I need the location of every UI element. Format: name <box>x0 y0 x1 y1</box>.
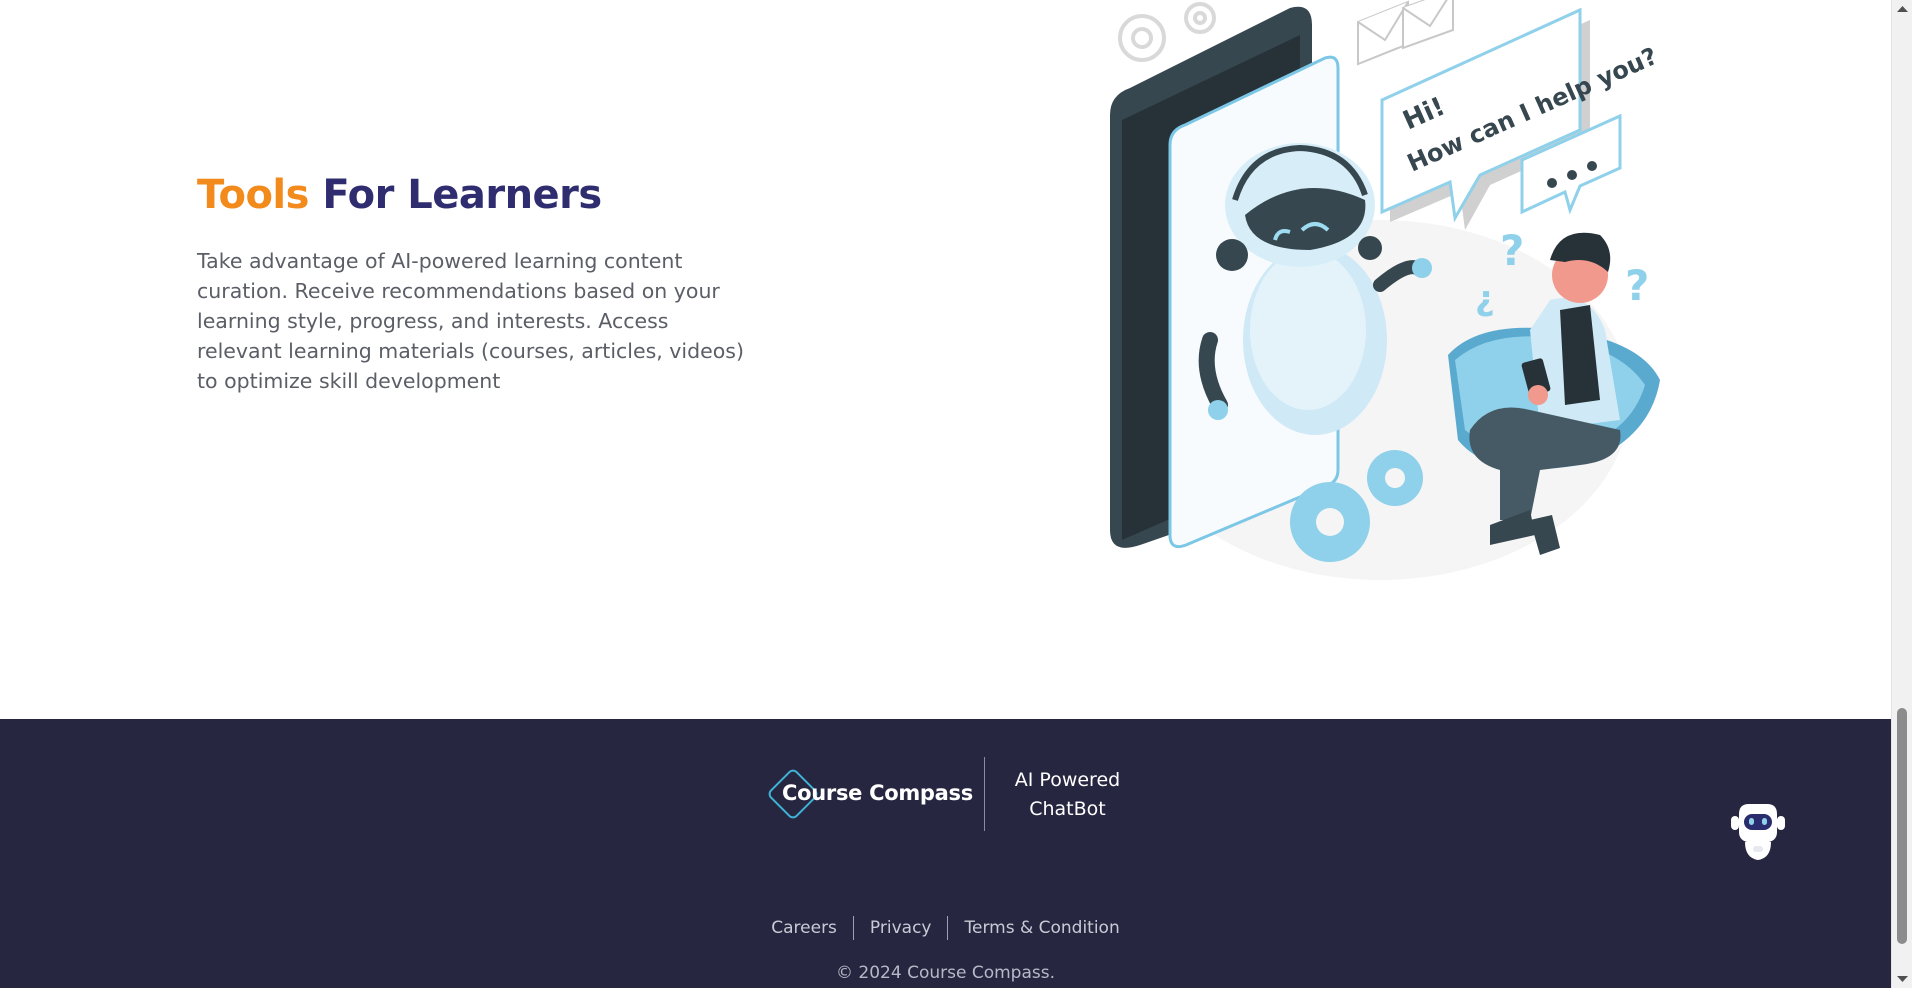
section-description: Take advantage of AI-powered learning co… <box>197 249 744 393</box>
robot-icon <box>1731 804 1785 860</box>
logo-text: Course Compass <box>782 781 973 805</box>
footer-divider <box>984 757 985 831</box>
footer-links: Careers Privacy Terms & Condition <box>0 916 1891 940</box>
title-rest: For Learners <box>322 172 602 218</box>
privacy-link[interactable]: Privacy <box>852 916 948 940</box>
title-highlight: Tools <box>197 172 309 218</box>
chatbot-label-line2: ChatBot <box>1029 798 1106 820</box>
svg-text:?: ? <box>1625 261 1649 310</box>
page: Tools For Learners Take advantage of AI-… <box>0 0 1891 988</box>
copyright: © 2024 Course Compass. <box>836 963 1055 983</box>
terms-link[interactable]: Terms & Condition <box>947 916 1135 940</box>
svg-text:¿: ¿ <box>1475 279 1495 319</box>
scroll-up-icon[interactable] <box>1892 0 1912 18</box>
scroll-down-icon[interactable] <box>1892 970 1912 988</box>
chatbot-label-line1: AI Powered <box>1014 769 1121 791</box>
tools-section: Tools For Learners Take advantage of AI-… <box>0 0 1891 719</box>
svg-text:?: ? <box>1500 226 1524 275</box>
footer-logo[interactable]: Course Compass <box>766 767 973 829</box>
robot-chat-illustration: Hi! How can I help you? ? ? ¿ <box>1110 0 1662 580</box>
careers-link[interactable]: Careers <box>755 916 853 940</box>
footer: Course Compass AI Powered ChatBot Career… <box>0 719 1891 988</box>
section-title: Tools For Learners <box>197 172 602 218</box>
scroll-thumb[interactable] <box>1897 708 1907 944</box>
vertical-scrollbar[interactable] <box>1891 0 1912 988</box>
chatbot-label: AI Powered ChatBot <box>1000 766 1135 824</box>
chatbot-launcher-button[interactable] <box>1731 802 1785 862</box>
